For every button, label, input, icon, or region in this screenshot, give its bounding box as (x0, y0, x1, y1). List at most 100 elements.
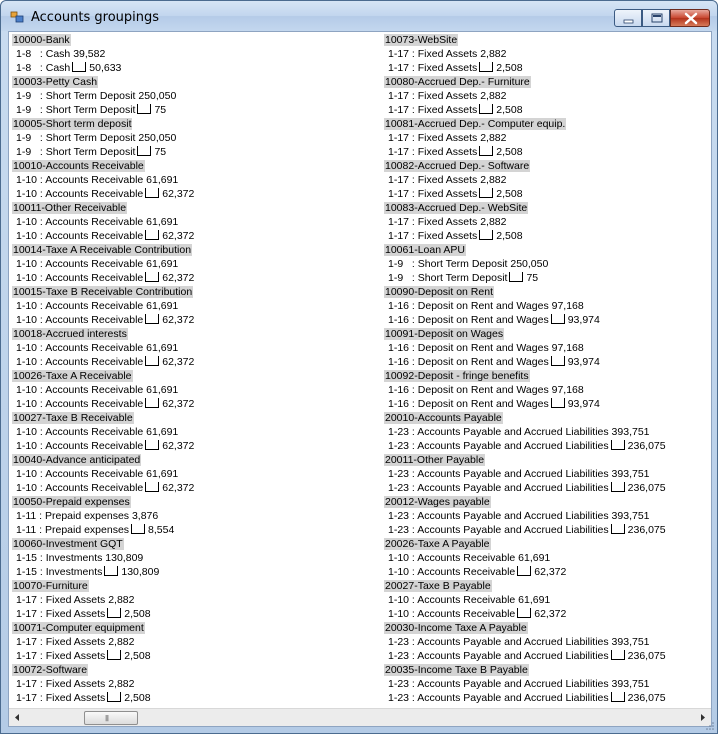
account-line: 1-17 : Fixed Assets 2,882 (384, 47, 718, 61)
group-header: 10070-Furniture (12, 579, 377, 593)
account-line-value: 2,508 (496, 62, 523, 74)
group-header-label: 20035-Income Taxe B Payable (384, 664, 529, 676)
groupings-list-panel: 10000-Bank 1-8 : Cash 39,582 1-8 : Cash 50,… (8, 31, 712, 727)
group-header-label: 20027-Taxe B Payable (384, 580, 492, 592)
account-line-text: 1-9 : Short Term Deposit (16, 146, 136, 158)
group-header-label: 10005-Short term deposit (12, 118, 133, 130)
empty-box-icon (479, 62, 494, 72)
group-header: 20011-Other Payable (384, 453, 718, 467)
account-line: 1-11 : Prepaid expenses 3,876 (12, 509, 377, 523)
account-line: 1-23 : Accounts Payable and Accrued Liab… (384, 677, 718, 691)
group-header: 10040-Advance anticipated (12, 453, 377, 467)
group-header: 10072-Software (12, 663, 377, 677)
account-line-text: 1-16 : Deposit on Rent and Wages 97,168 (388, 300, 584, 312)
title-bar[interactable]: Accounts groupings (1, 1, 717, 31)
group-header-label: 20011-Other Payable (384, 454, 486, 466)
account-line-value: 62,372 (534, 608, 567, 620)
account-line: 1-23 : Accounts Payable and Accrued Liab… (384, 439, 718, 453)
account-line-text: 1-10 : Accounts Receivable (16, 440, 144, 452)
scroll-left-icon (15, 714, 19, 721)
account-line-value: 2,508 (124, 608, 151, 620)
group-header-label: 10072-Software (12, 664, 89, 676)
empty-box-icon (145, 482, 160, 492)
account-line: 1-17 : Fixed Assets 2,882 (384, 131, 718, 145)
empty-box-icon (610, 524, 625, 534)
account-line-value: 62,372 (162, 440, 195, 452)
account-line-text: 1-10 : Accounts Receivable 61,691 (388, 552, 551, 564)
account-line: 1-9 : Short Term Deposit 250,050 (384, 257, 718, 271)
account-line-value: 75 (154, 104, 167, 116)
account-line: 1-23 : Accounts Payable and Accrued Liab… (384, 425, 718, 439)
account-line-text: 1-15 : Investments 130,809 (16, 552, 144, 564)
account-line-value: 62,372 (162, 398, 195, 410)
account-line-text: 1-23 : Accounts Payable and Accrued Liab… (388, 650, 609, 662)
group-header: 10080-Accrued Dep.- Furniture (384, 75, 718, 89)
account-line: 1-17 : Fixed Assets 2,882 (12, 677, 377, 691)
account-line: 1-9 : Short Term Deposit 75 (12, 145, 377, 159)
account-line-text: 1-10 : Accounts Receivable (16, 188, 144, 200)
account-line-text: 1-17 : Fixed Assets (16, 650, 106, 662)
account-line: 1-17 : Fixed Assets 2,508 (12, 649, 377, 663)
account-line-value: 93,974 (567, 356, 600, 368)
close-button[interactable] (670, 9, 710, 27)
account-line: 1-10 : Accounts Receivable 61,691 (12, 341, 377, 355)
left-column: 10000-Bank 1-8 : Cash 39,582 1-8 : Cash 50,… (12, 33, 377, 705)
account-line-value: 93,974 (567, 314, 600, 326)
account-line-text: 1-16 : Deposit on Rent and Wages (388, 398, 549, 410)
account-line-value: 130,809 (121, 566, 160, 578)
maximize-button[interactable] (642, 9, 670, 27)
account-line: 1-23 : Accounts Payable and Accrued Liab… (384, 649, 718, 663)
group-header-label: 10080-Accrued Dep.- Furniture (384, 76, 531, 88)
group-header-label: 10003-Petty Cash (12, 76, 99, 88)
account-line-text: 1-8 : Cash (16, 62, 71, 74)
scroll-left-button[interactable] (9, 709, 26, 726)
empty-box-icon (610, 440, 625, 450)
account-line-text: 1-23 : Accounts Payable and Accrued Liab… (388, 510, 650, 522)
thumb-grip: ||| (105, 715, 109, 722)
account-line-text: 1-10 : Accounts Receivable (16, 272, 144, 284)
account-line: 1-16 : Deposit on Rent and Wages 93,974 (384, 313, 718, 327)
empty-box-icon (145, 314, 160, 324)
group-header: 10014-Taxe A Receivable Contribution (12, 243, 377, 257)
empty-box-icon (479, 230, 494, 240)
account-line: 1-23 : Accounts Payable and Accrued Liab… (384, 481, 718, 495)
account-line: 1-17 : Fixed Assets 2,508 (12, 607, 377, 621)
account-line: 1-10 : Accounts Receivable 62,372 (384, 607, 718, 621)
account-line: 1-23 : Accounts Payable and Accrued Liab… (384, 467, 718, 481)
account-line-text: 1-17 : Fixed Assets (388, 188, 478, 200)
account-line: 1-17 : Fixed Assets 2,882 (12, 593, 377, 607)
horizontal-scrollbar[interactable]: ||| (9, 708, 711, 726)
group-header: 10090-Deposit on Rent (384, 285, 718, 299)
account-line-value: 62,372 (162, 356, 195, 368)
account-line: 1-17 : Fixed Assets 2,508 (384, 187, 718, 201)
account-line-value: 75 (526, 272, 539, 284)
account-line-text: 1-23 : Accounts Payable and Accrued Liab… (388, 426, 650, 438)
empty-box-icon (610, 692, 625, 702)
group-header-label: 20012-Wages payable (384, 496, 491, 508)
account-line-text: 1-10 : Accounts Receivable 61,691 (16, 258, 179, 270)
account-line-text: 1-11 : Prepaid expenses 3,876 (16, 510, 159, 522)
account-line: 1-10 : Accounts Receivable 62,372 (12, 271, 377, 285)
group-header-label: 10010-Accounts Receivable (12, 160, 145, 172)
resize-grip-icon[interactable] (705, 721, 715, 731)
group-header-label: 20026-Taxe A Payable (384, 538, 491, 550)
account-line-text: 1-17 : Fixed Assets (388, 230, 478, 242)
scrollbar-thumb[interactable]: ||| (84, 711, 138, 725)
account-line: 1-8 : Cash 50,633 (12, 61, 377, 75)
close-icon (684, 12, 698, 25)
minimize-button[interactable] (614, 9, 642, 27)
account-line: 1-10 : Accounts Receivable 62,372 (12, 439, 377, 453)
account-line-value: 62,372 (162, 188, 195, 200)
account-line-text: 1-15 : Investments (16, 566, 103, 578)
account-line: 1-9 : Short Term Deposit 75 (384, 271, 718, 285)
empty-box-icon (145, 356, 160, 366)
account-line: 1-10 : Accounts Receivable 62,372 (12, 397, 377, 411)
account-line-text: 1-10 : Accounts Receivable (16, 314, 144, 326)
account-line: 1-10 : Accounts Receivable 62,372 (384, 565, 718, 579)
group-header-label: 20010-Accounts Payable (384, 412, 503, 424)
account-line-text: 1-10 : Accounts Receivable 61,691 (16, 384, 179, 396)
group-header-label: 10014-Taxe A Receivable Contribution (12, 244, 193, 256)
group-header: 20012-Wages payable (384, 495, 718, 509)
account-line-value: 93,974 (567, 398, 600, 410)
account-line-text: 1-10 : Accounts Receivable (16, 398, 144, 410)
